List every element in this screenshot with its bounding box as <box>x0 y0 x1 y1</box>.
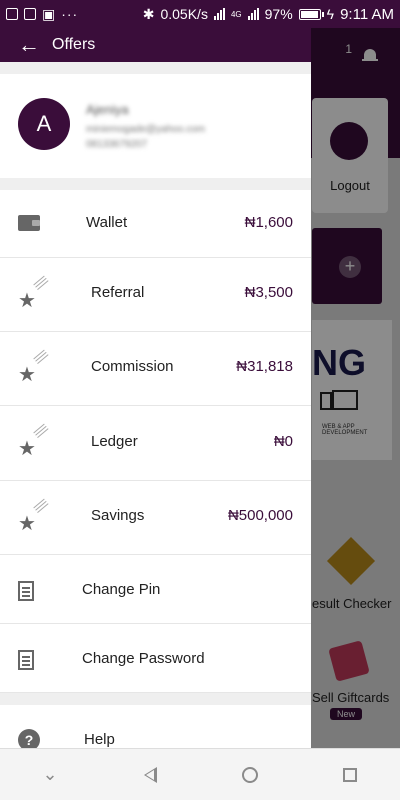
menu-label: Commission <box>91 358 174 375</box>
battery-icon <box>298 8 324 20</box>
battery-percent: 97% <box>264 6 293 22</box>
screen-icon <box>6 8 18 20</box>
menu-item-change-pin[interactable]: Change Pin <box>0 555 311 624</box>
profile-phone: 08133679207 <box>86 139 148 150</box>
nav-recents-button[interactable] <box>330 755 370 795</box>
signal-icon <box>213 8 225 20</box>
signal-icon-2 <box>247 8 259 20</box>
back-triangle-icon <box>143 766 157 783</box>
help-icon: ? <box>18 729 40 748</box>
more-notifications-icon: ··· <box>61 6 79 22</box>
menu-label: Savings <box>91 507 145 524</box>
menu-item-commission[interactable]: ★ Commission ₦31,818 <box>0 332 311 406</box>
menu-amount: ₦0 <box>273 433 293 450</box>
shooting-star-icon: ★ <box>18 364 36 386</box>
menu-label: Ledger <box>91 433 138 450</box>
document-icon <box>18 581 34 601</box>
shooting-star-icon: ★ <box>18 438 36 460</box>
avatar: A <box>18 98 70 150</box>
menu-amount: ₦31,818 <box>236 358 293 375</box>
menu-item-ledger[interactable]: ★ Ledger ₦0 <box>0 406 311 481</box>
home-circle-icon <box>242 766 258 783</box>
navigation-drawer: ← Offers A Ajeniya miniemogade@yahoo.com… <box>0 28 311 748</box>
menu-item-help[interactable]: ? Help <box>0 705 311 748</box>
menu-item-savings[interactable]: ★ Savings ₦500,000 <box>0 481 311 555</box>
wallet-icon <box>18 215 40 231</box>
menu-amount: ₦3,500 <box>244 284 293 301</box>
bluetooth-icon: ✱ <box>142 5 155 22</box>
system-nav-bar: ⌄ <box>0 748 400 800</box>
clock: 9:11 AM <box>340 5 394 23</box>
menu-label: Referral <box>91 284 145 301</box>
profile-section[interactable]: A Ajeniya miniemogade@yahoo.com 08133679… <box>0 74 311 178</box>
menu-amount: ₦500,000 <box>227 507 293 524</box>
menu-label: Change Password <box>82 650 205 667</box>
menu-item-wallet[interactable]: Wallet ₦1,600 <box>0 190 311 258</box>
menu-item-change-password[interactable]: Change Password <box>0 624 311 693</box>
document-icon <box>18 650 34 670</box>
divider <box>0 178 311 190</box>
status-bar: ▣ ··· ✱ 0.05K/s 4G 97% ϟ 9:11 AM <box>0 0 400 28</box>
image-icon: ▣ <box>42 5 56 22</box>
divider <box>0 62 311 74</box>
nav-collapse-button[interactable]: ⌄ <box>30 755 70 795</box>
profile-email: miniemogade@yahoo.com <box>86 124 206 135</box>
menu-label: Wallet <box>86 214 128 231</box>
recents-square-icon <box>343 767 357 782</box>
charging-icon: ϟ <box>326 6 335 22</box>
shooting-star-icon: ★ <box>18 513 36 535</box>
nav-home-button[interactable] <box>230 755 270 795</box>
network-speed: 0.05K/s <box>160 6 208 22</box>
divider <box>0 693 311 705</box>
menu-label: Help <box>84 731 115 748</box>
shooting-star-icon: ★ <box>18 290 36 312</box>
message-icon <box>24 8 36 20</box>
chevron-down-icon: ⌄ <box>42 764 58 784</box>
drawer-title: Offers <box>52 36 96 53</box>
network-type: 4G <box>230 9 242 19</box>
menu-label: Change Pin <box>82 581 161 598</box>
drawer-header: ← Offers <box>0 28 311 62</box>
back-arrow-icon[interactable]: ← <box>18 34 40 56</box>
menu-amount: ₦1,600 <box>244 214 293 231</box>
menu-item-referral[interactable]: ★ Referral ₦3,500 <box>0 258 311 332</box>
profile-name: Ajeniya <box>86 102 129 117</box>
nav-back-button[interactable] <box>130 755 170 795</box>
